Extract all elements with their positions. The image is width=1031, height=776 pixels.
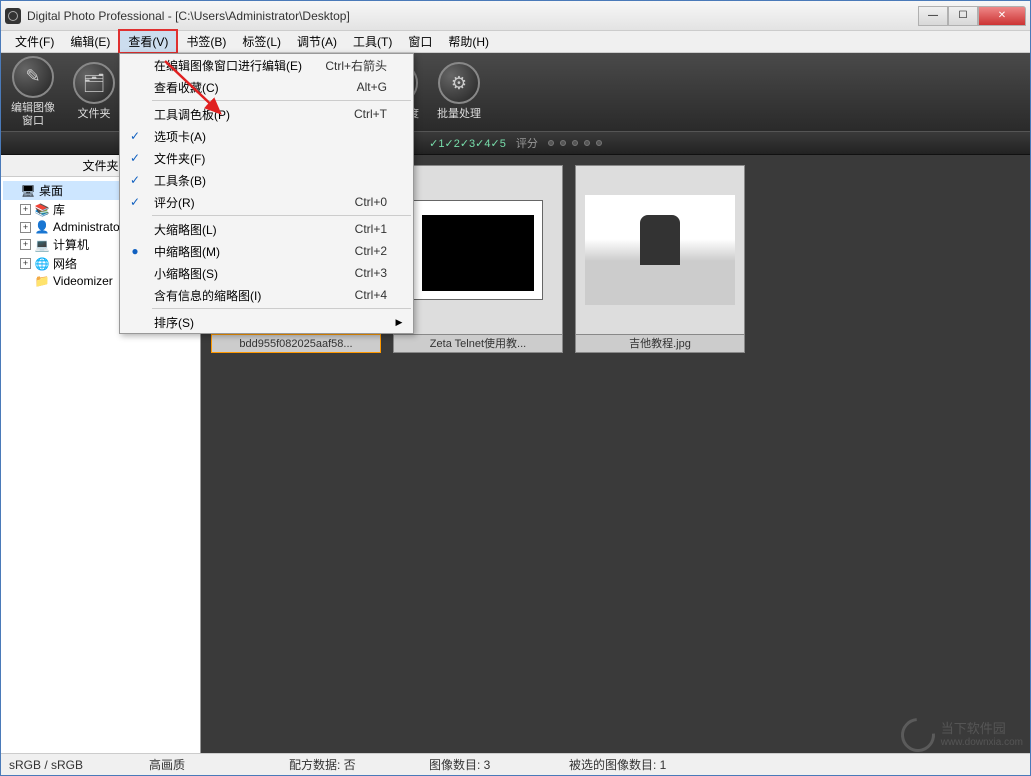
menu-item-label: 排序(S) xyxy=(150,314,387,331)
menu-shortcut: Ctrl+T xyxy=(354,107,393,121)
tool-icon: 🗂 xyxy=(73,62,115,104)
menu-shortcut: Ctrl+4 xyxy=(355,288,393,302)
thumbnail[interactable]: Zeta Telnet使用教... xyxy=(393,165,563,353)
menu-item[interactable]: ●中缩略图(M)Ctrl+2 xyxy=(120,240,413,262)
status-selected: 被选的图像数目: 1 xyxy=(569,756,669,773)
menu-item-label: 选项卡(A) xyxy=(150,128,387,145)
tool-label: 编辑图像 窗口 xyxy=(11,102,55,128)
menu-item[interactable]: 排序(S) ▶ xyxy=(120,311,413,333)
close-button[interactable]: ✕ xyxy=(978,6,1026,26)
minimize-button[interactable]: — xyxy=(918,6,948,26)
thumbnail-image xyxy=(575,165,745,335)
radio-icon: ● xyxy=(120,244,150,258)
menu-shortcut: Alt+G xyxy=(357,80,393,94)
menu-item-label: 评分(R) xyxy=(150,194,355,211)
check-icon: ✓ xyxy=(120,129,150,143)
menu-item[interactable]: 含有信息的缩略图(I)Ctrl+4 xyxy=(120,284,413,306)
check-icon: ✓ xyxy=(120,195,150,209)
menu-shortcut: Ctrl+3 xyxy=(355,266,393,280)
tree-toggle-icon[interactable]: + xyxy=(20,204,31,215)
folder-icon: 🖥 xyxy=(20,184,36,198)
folder-icon: 👤 xyxy=(34,220,50,234)
menu-b[interactable]: 书签(B) xyxy=(178,31,234,52)
tree-label: Administrator xyxy=(53,220,124,234)
menubar: 文件(F)编辑(E)查看(V)书签(B)标签(L)调节(A)工具(T)窗口帮助(… xyxy=(1,31,1030,53)
folder-icon: 🌐 xyxy=(34,257,50,271)
folder-icon: 💻 xyxy=(34,238,50,252)
menu-item[interactable]: 大缩略图(L)Ctrl+1 xyxy=(120,218,413,240)
menu-shortcut: Ctrl+右箭头 xyxy=(325,57,393,74)
menu-item-label: 大缩略图(L) xyxy=(150,221,355,238)
menu-item[interactable]: 查看收藏(C)Alt+G xyxy=(120,76,413,98)
folder-icon: 📁 xyxy=(34,274,50,288)
tree-toggle-icon[interactable]: + xyxy=(20,239,31,250)
thumbnail[interactable]: 吉他教程.jpg xyxy=(575,165,745,353)
tool-label: 批量处理 xyxy=(437,108,481,121)
tree-label: Videomizer xyxy=(53,274,113,288)
rating-label: 评分 xyxy=(516,135,538,151)
thumbnail-label: 吉他教程.jpg xyxy=(575,335,745,353)
menu-shortcut: Ctrl+0 xyxy=(355,195,393,209)
menu-shortcut: Ctrl+1 xyxy=(355,222,393,236)
menu-item-label: 中缩略图(M) xyxy=(150,243,355,260)
titlebar: Digital Photo Professional - [C:\Users\A… xyxy=(1,1,1030,31)
menu-item-label: 在编辑图像窗口进行编辑(E) xyxy=(150,57,325,74)
check-icon: ✓ xyxy=(120,173,150,187)
tree-toggle-icon[interactable]: + xyxy=(20,222,31,233)
status-quality: 高画质 xyxy=(149,756,249,773)
tool-批量处理[interactable]: ⚙ 批量处理 xyxy=(437,62,481,121)
menu-v[interactable]: 查看(V) xyxy=(118,29,178,54)
menu-[interactable]: 窗口 xyxy=(400,31,440,52)
status-recipe: 配方数据: 否 xyxy=(289,756,389,773)
statusbar: sRGB / sRGB 高画质 配方数据: 否 图像数目: 3 被选的图像数目:… xyxy=(1,753,1030,775)
maximize-button[interactable]: ☐ xyxy=(948,6,978,26)
menu-item[interactable]: ✓工具条(B) xyxy=(120,169,413,191)
menu-item-label: 工具条(B) xyxy=(150,172,387,189)
menu-item[interactable]: 在编辑图像窗口进行编辑(E)Ctrl+右箭头 xyxy=(120,54,413,76)
menu-item[interactable]: ✓评分(R)Ctrl+0 xyxy=(120,191,413,213)
view-menu-dropdown: 在编辑图像窗口进行编辑(E)Ctrl+右箭头查看收藏(C)Alt+G工具调色板(… xyxy=(119,53,414,334)
tool-label: 文件夹 xyxy=(78,108,111,121)
menu-item[interactable]: 工具调色板(P)Ctrl+T xyxy=(120,103,413,125)
menu-item[interactable]: ✓选项卡(A) xyxy=(120,125,413,147)
menu-item-label: 含有信息的缩略图(I) xyxy=(150,287,355,304)
status-count: 图像数目: 3 xyxy=(429,756,529,773)
folder-icon: 📚 xyxy=(34,203,50,217)
submenu-arrow-icon: ▶ xyxy=(393,317,405,328)
tree-label: 库 xyxy=(53,201,65,218)
menu-a[interactable]: 调节(A) xyxy=(289,31,345,52)
thumbnail-label: bdd955f082025aaf58... xyxy=(211,335,381,353)
tree-label: 计算机 xyxy=(53,236,89,253)
menu-item[interactable]: ✓文件夹(F) xyxy=(120,147,413,169)
tree-label: 桌面 xyxy=(39,182,63,199)
tree-label: 网络 xyxy=(53,255,77,272)
rating-dots[interactable] xyxy=(548,140,602,146)
menu-t[interactable]: 工具(T) xyxy=(345,31,400,52)
menu-item-label: 小缩略图(S) xyxy=(150,265,355,282)
menu-item-label: 查看收藏(C) xyxy=(150,79,357,96)
window-title: Digital Photo Professional - [C:\Users\A… xyxy=(27,9,918,23)
rating-checks[interactable]: ✓1✓2✓3✓4✓5 xyxy=(429,137,506,150)
status-colorspace: sRGB / sRGB xyxy=(9,758,109,772)
tool-icon: ⚙ xyxy=(438,62,480,104)
menu-h[interactable]: 帮助(H) xyxy=(440,31,497,52)
check-icon: ✓ xyxy=(120,151,150,165)
menu-l[interactable]: 标签(L) xyxy=(234,31,289,52)
menu-shortcut: Ctrl+2 xyxy=(355,244,393,258)
menu-f[interactable]: 文件(F) xyxy=(7,31,62,52)
thumbnail-label: Zeta Telnet使用教... xyxy=(393,335,563,353)
menu-item-label: 工具调色板(P) xyxy=(150,106,354,123)
thumbnail-image xyxy=(393,165,563,335)
menu-item[interactable]: 小缩略图(S)Ctrl+3 xyxy=(120,262,413,284)
menu-e[interactable]: 编辑(E) xyxy=(62,31,118,52)
app-icon xyxy=(5,8,21,24)
tool-编辑图像窗口[interactable]: ✎ 编辑图像 窗口 xyxy=(11,56,55,128)
tool-icon: ✎ xyxy=(12,56,54,98)
tool-文件夹[interactable]: 🗂 文件夹 xyxy=(73,62,115,121)
menu-item-label: 文件夹(F) xyxy=(150,150,387,167)
tree-toggle-icon[interactable]: + xyxy=(20,258,31,269)
